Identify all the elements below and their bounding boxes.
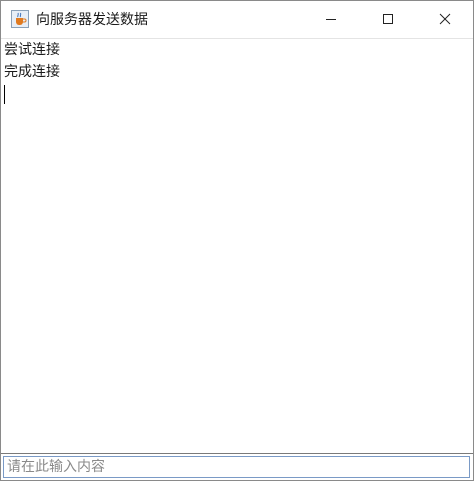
window-title: 向服务器发送数据: [36, 12, 148, 28]
close-button[interactable]: [416, 1, 473, 37]
message-input[interactable]: [3, 456, 470, 478]
output-line: 完成连接: [4, 64, 60, 80]
output-text-area[interactable]: 尝试连接 完成连接: [1, 38, 473, 453]
close-icon: [439, 13, 450, 25]
minimize-icon: [325, 19, 336, 20]
maximize-button[interactable]: [359, 1, 416, 37]
maximize-icon: [382, 14, 393, 24]
java-cup-icon: [11, 10, 29, 28]
caption-buttons: [302, 1, 473, 37]
output-line: 尝试连接: [4, 42, 60, 58]
text-caret: [4, 85, 5, 104]
input-bar: [1, 453, 473, 480]
minimize-button[interactable]: [302, 1, 359, 37]
app-window: 向服务器发送数据 尝试连接 完成连接: [0, 0, 474, 481]
title-bar[interactable]: 向服务器发送数据: [1, 1, 473, 37]
